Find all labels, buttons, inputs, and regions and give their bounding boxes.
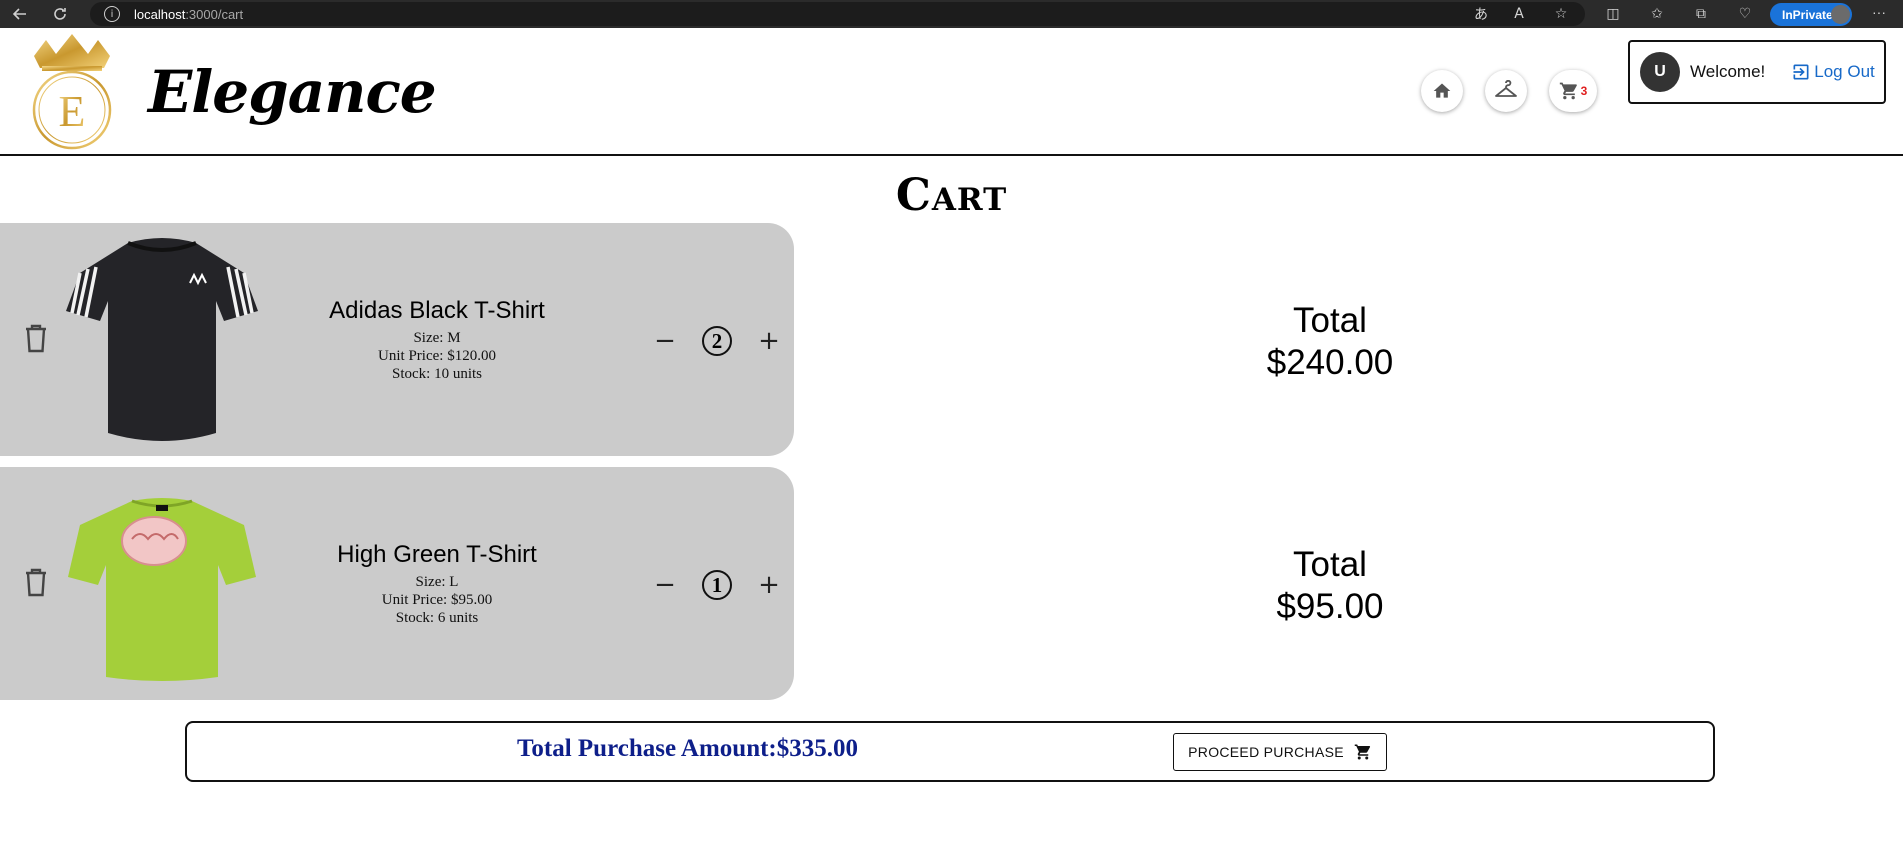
back-icon[interactable]	[6, 0, 34, 28]
item-name: Adidas Black T-Shirt	[329, 297, 545, 324]
hanger-icon	[1495, 80, 1517, 97]
item-name: High Green T-Shirt	[337, 541, 537, 568]
site-header: E Elegance 3 U Welcome! Log Out	[0, 28, 1903, 156]
url-host: localhost	[134, 6, 186, 22]
item-stock: Stock: 10 units	[391, 366, 482, 382]
cart-count-badge: 3	[1580, 84, 1588, 98]
products-button[interactable]	[1485, 70, 1527, 112]
item-details: Adidas Black T-Shirt Size: M Unit Price:…	[292, 297, 582, 383]
user-panel: U Welcome! Log Out	[1628, 40, 1886, 104]
cart-icon	[1559, 82, 1577, 100]
home-icon	[1433, 83, 1451, 98]
delete-icon[interactable]	[24, 567, 48, 597]
inprivate-label: InPrivate	[1782, 7, 1833, 22]
increase-quantity-button[interactable]: +	[756, 328, 782, 354]
item-total-value: $95.00	[1276, 587, 1384, 626]
page-title: Cart	[895, 170, 1008, 221]
item-total-label: Total	[1293, 545, 1367, 584]
home-button[interactable]	[1421, 70, 1463, 112]
refresh-icon[interactable]	[46, 0, 74, 28]
favorite-star-icon[interactable]: ☆	[1550, 4, 1572, 24]
purchase-summary: Total Purchase Amount:$335.00 PROCEED PU…	[185, 721, 1715, 782]
delete-icon[interactable]	[24, 323, 48, 353]
item-size: Size: M	[413, 330, 461, 346]
browser-toolbar: i localhost:3000/cart あ A ☆ ◫ ✩ ⧉ ♡ InPr…	[0, 0, 1903, 28]
welcome-text: Welcome!	[1690, 62, 1766, 81]
item-details: High Green T-Shirt Size: L Unit Price: $…	[292, 541, 582, 627]
site-info-icon[interactable]: i	[104, 6, 120, 22]
brain-graphic-icon	[121, 516, 187, 566]
item-unit-price: Unit Price: $120.00	[378, 348, 496, 364]
favorites-icon[interactable]: ✩	[1646, 4, 1668, 24]
quantity-value: 1	[702, 570, 732, 600]
item-size: Size: L	[415, 574, 459, 590]
logout-icon	[1793, 64, 1809, 80]
profile-avatar	[1831, 5, 1850, 24]
logo-letter: E	[59, 87, 86, 136]
proceed-purchase-button[interactable]: PROCEED PURCHASE	[1173, 733, 1387, 771]
logout-label: Log Out	[1814, 62, 1875, 81]
read-aloud-icon[interactable]: A	[1508, 4, 1530, 24]
increase-quantity-button[interactable]: +	[756, 572, 782, 598]
quantity-stepper: − 1 +	[652, 569, 782, 601]
item-total: Total $95.00	[1200, 544, 1460, 628]
brand-name[interactable]: Elegance	[148, 58, 437, 126]
item-unit-price: Unit Price: $95.00	[381, 592, 493, 608]
cart-button[interactable]: 3	[1549, 70, 1597, 112]
item-stock: Stock: 6 units	[395, 610, 479, 626]
inprivate-badge[interactable]: InPrivate	[1770, 3, 1852, 26]
item-total-value: $240.00	[1266, 343, 1394, 382]
translate-icon[interactable]: あ	[1470, 4, 1492, 24]
quantity-stepper: − 2 +	[652, 325, 782, 357]
item-total: Total $240.00	[1200, 300, 1460, 384]
total-purchase-amount: Total Purchase Amount:$335.00	[517, 735, 859, 762]
collections-icon[interactable]: ⧉	[1690, 4, 1712, 24]
user-avatar[interactable]: U	[1640, 52, 1680, 92]
product-image	[66, 238, 258, 441]
more-options-icon[interactable]: ···	[1872, 4, 1886, 20]
product-image	[68, 498, 256, 681]
cart-item: High Green T-Shirt Size: L Unit Price: $…	[0, 467, 794, 700]
cart-icon	[1354, 744, 1370, 760]
decrease-quantity-button[interactable]: −	[652, 572, 678, 598]
item-total-label: Total	[1293, 301, 1367, 340]
crown-logo-icon[interactable]: E	[28, 34, 116, 152]
url-path: :3000/cart	[185, 6, 244, 22]
split-screen-icon[interactable]: ◫	[1602, 4, 1624, 24]
decrease-quantity-button[interactable]: −	[652, 328, 678, 354]
cart-item: Adidas Black T-Shirt Size: M Unit Price:…	[0, 223, 794, 456]
logout-button[interactable]: Log Out	[1791, 62, 1875, 82]
browser-essentials-icon[interactable]: ♡	[1734, 4, 1756, 24]
address-bar[interactable]: i localhost:3000/cart	[90, 2, 1585, 26]
proceed-purchase-label: PROCEED PURCHASE	[1188, 744, 1344, 760]
quantity-value: 2	[702, 326, 732, 356]
